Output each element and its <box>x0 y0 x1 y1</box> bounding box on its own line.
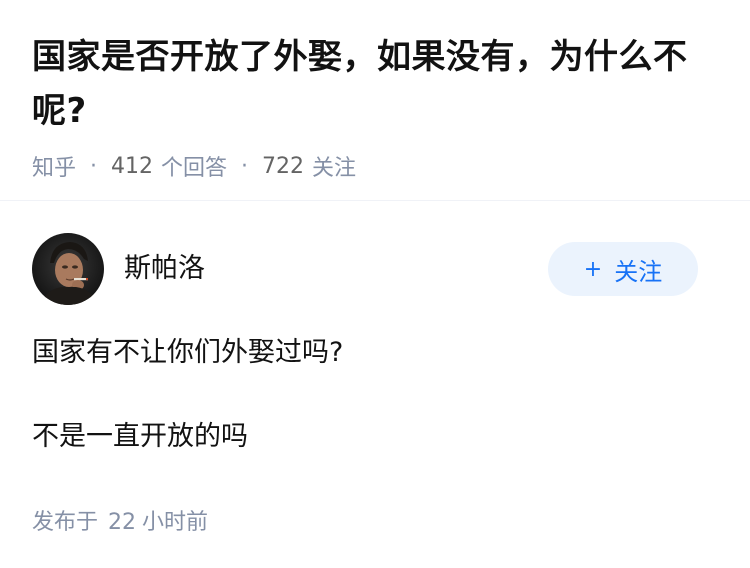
section-divider <box>0 200 750 201</box>
answer-count-label[interactable]: 个回答 <box>161 150 227 182</box>
answer-paragraph: 不是一直开放的吗 <box>32 421 248 452</box>
author-name[interactable]: 斯帕洛 <box>124 246 205 285</box>
follower-count: 722 <box>262 153 305 179</box>
avatar-image <box>32 233 104 305</box>
avatar[interactable] <box>32 233 104 305</box>
publish-time: 发布于 22 小时前 <box>32 504 208 536</box>
answer-paragraph: 国家有不让你们外娶过吗? <box>32 337 344 368</box>
answer-content[interactable]: 国家有不让你们外娶过吗? 不是一直开放的吗 <box>32 333 718 457</box>
question-title[interactable]: 国家是否开放了外娶，如果没有，为什么不呢? <box>32 30 718 138</box>
publish-time-number: 22 <box>108 510 137 535</box>
follower-count-label[interactable]: 关注 <box>312 150 356 182</box>
follow-button[interactable]: + 关注 <box>548 242 698 296</box>
question-meta: 知乎 · 412 个回答 · 722 关注 <box>32 150 718 182</box>
answer-count: 412 <box>111 153 154 179</box>
publish-time-prefix: 发布于 <box>32 510 99 535</box>
source-label[interactable]: 知乎 <box>32 150 76 182</box>
plus-icon: + <box>583 256 603 282</box>
question-header: 国家是否开放了外娶，如果没有，为什么不呢? 知乎 · 412 个回答 · 722… <box>0 0 750 182</box>
follow-button-label: 关注 <box>614 257 663 286</box>
meta-separator: · <box>241 153 249 179</box>
meta-separator: · <box>90 153 98 179</box>
author-row: 斯帕洛 + 关注 <box>32 233 718 305</box>
answer-card: 斯帕洛 + 关注 国家有不让你们外娶过吗? 不是一直开放的吗 <box>32 233 718 501</box>
publish-time-suffix: 小时前 <box>142 510 209 535</box>
